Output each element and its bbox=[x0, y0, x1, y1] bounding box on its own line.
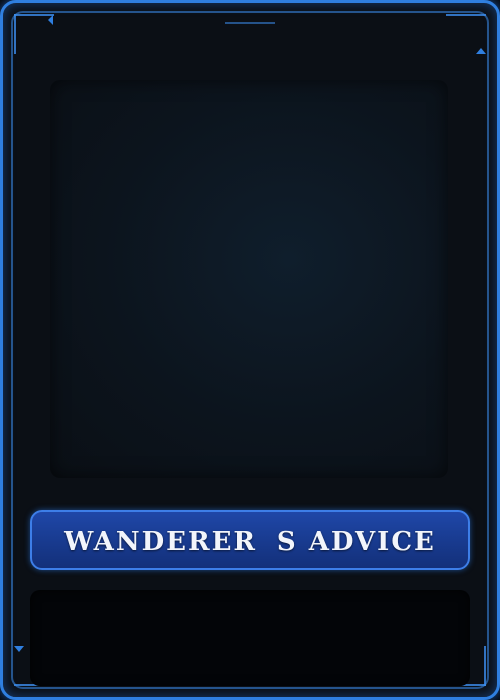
corner-arrow-icon-top-right bbox=[476, 48, 486, 54]
corner-arrow-icon-bottom-left bbox=[14, 646, 24, 652]
card-art-area bbox=[50, 80, 448, 478]
card-title-banner: WANDERERS ADVICE bbox=[30, 510, 470, 570]
top-notch-decoration bbox=[225, 22, 275, 24]
card-description-panel bbox=[30, 590, 470, 686]
corner-arrow-icon-top-left bbox=[48, 15, 53, 25]
card-title: WANDERERS ADVICE bbox=[64, 527, 436, 557]
corner-accent-bottom-right-vertical bbox=[484, 646, 486, 686]
corner-accent-top-left-vertical bbox=[14, 14, 16, 54]
corner-accent-top-right bbox=[446, 14, 486, 16]
